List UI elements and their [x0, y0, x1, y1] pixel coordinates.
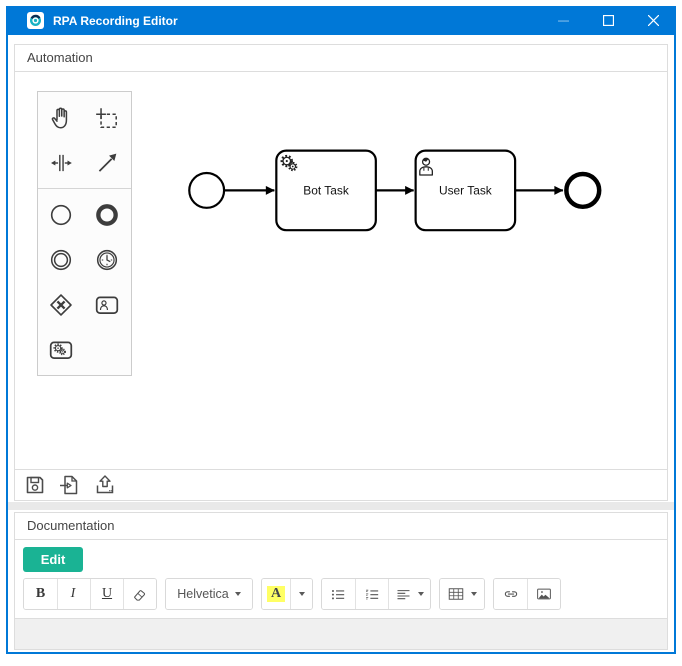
create-gateway[interactable]	[38, 282, 84, 327]
underline-button[interactable]: U	[90, 579, 123, 609]
chevron-down-icon	[298, 592, 305, 596]
chevron-down-icon	[418, 592, 424, 596]
edit-row: Edit	[15, 540, 667, 578]
create-timer-event[interactable]	[84, 237, 130, 282]
user-task-label: User Task	[439, 183, 492, 197]
hand-tool[interactable]	[38, 95, 84, 140]
table-icon	[448, 588, 464, 600]
clear-formatting-button[interactable]	[123, 579, 156, 609]
hand-icon	[51, 106, 68, 129]
intermediate-event-icon	[50, 249, 72, 270]
create-intermediate-event[interactable]	[38, 237, 84, 282]
create-end-event[interactable]	[84, 192, 130, 237]
picture-button[interactable]	[527, 579, 560, 609]
font-style-group: B I U	[23, 578, 157, 610]
titlebar: RPA Recording Editor	[6, 6, 676, 35]
unordered-list-icon	[331, 589, 345, 599]
automation-footer-toolbar	[15, 469, 667, 500]
maximize-icon	[603, 15, 614, 26]
link-button[interactable]	[494, 579, 527, 609]
palette	[37, 91, 132, 376]
chevron-down-icon	[471, 592, 477, 596]
underline-glyph: U	[101, 586, 113, 601]
ordered-list-icon	[365, 589, 378, 599]
client-area: Automation Bot Task User Task Documentat…	[6, 35, 676, 654]
space-tool[interactable]	[38, 140, 84, 185]
user-task-icon	[95, 296, 119, 314]
maximize-button[interactable]	[586, 6, 631, 35]
space-tool-icon	[51, 154, 72, 171]
edit-button[interactable]: Edit	[23, 547, 83, 572]
app-window: RPA Recording Editor Automation Bot Task…	[6, 6, 676, 654]
open-file-icon	[60, 475, 78, 495]
insert-group	[493, 578, 561, 610]
picture-icon	[537, 588, 551, 600]
start-event-node[interactable]	[188, 171, 226, 209]
table-group	[439, 578, 485, 610]
bot-task-node[interactable]: Bot Task	[275, 149, 377, 232]
lasso-tool[interactable]	[84, 95, 130, 140]
font-name-value: Helvetica	[177, 587, 229, 601]
documentation-panel-title: Documentation	[15, 513, 667, 540]
automation-panel-title: Automation	[15, 45, 667, 72]
bpmn-canvas[interactable]: Bot Task User Task	[15, 72, 667, 469]
italic-glyph: I	[70, 586, 76, 601]
create-bot-task[interactable]	[38, 327, 84, 372]
panel-splitter	[8, 502, 674, 510]
gateway-icon	[50, 293, 72, 316]
font-color-group: A	[261, 578, 313, 610]
font-color-button[interactable]: A	[262, 579, 290, 609]
unordered-list-button[interactable]	[322, 579, 355, 609]
timer-event-icon	[96, 249, 118, 270]
link-icon	[504, 591, 517, 597]
font-name-select[interactable]: Helvetica	[166, 579, 252, 609]
app-logo-icon	[27, 12, 44, 29]
font-name-group: Helvetica	[165, 578, 253, 610]
italic-button[interactable]: I	[57, 579, 90, 609]
paragraph-align-button[interactable]	[388, 579, 430, 609]
open-button[interactable]	[57, 472, 83, 498]
export-button[interactable]	[92, 472, 118, 498]
close-icon	[648, 15, 659, 26]
connect-arrow-icon	[98, 153, 117, 172]
window-controls	[541, 6, 676, 35]
end-event-node[interactable]	[564, 171, 602, 210]
minimize-button[interactable]	[541, 6, 586, 35]
start-event-icon	[50, 204, 72, 225]
bot-task-icon	[49, 341, 73, 359]
font-color-dropdown[interactable]	[290, 579, 312, 609]
table-button[interactable]	[440, 579, 484, 609]
documentation-panel: Documentation Edit B I U Helvetica A	[14, 512, 668, 650]
paragraph-group	[321, 578, 431, 610]
close-button[interactable]	[631, 6, 676, 35]
palette-separator	[38, 188, 131, 189]
rich-text-toolbar: B I U Helvetica A	[15, 578, 667, 618]
bold-glyph: B	[35, 586, 46, 601]
bold-button[interactable]: B	[24, 579, 57, 609]
create-user-task[interactable]	[84, 282, 130, 327]
create-start-event[interactable]	[38, 192, 84, 237]
bot-task-label: Bot Task	[303, 183, 349, 197]
global-connect-tool[interactable]	[84, 140, 130, 185]
documentation-editor-area[interactable]	[15, 618, 667, 649]
automation-panel: Automation Bot Task User Task	[14, 44, 668, 501]
save-icon	[26, 476, 44, 494]
save-button[interactable]	[22, 472, 48, 498]
chevron-down-icon	[234, 592, 241, 596]
user-task-node[interactable]: User Task	[414, 149, 517, 232]
paragraph-align-icon	[397, 589, 410, 599]
ordered-list-button[interactable]	[355, 579, 388, 609]
export-icon	[96, 475, 114, 494]
eraser-icon	[134, 590, 146, 601]
minimize-icon	[558, 20, 569, 22]
window-title: RPA Recording Editor	[53, 13, 178, 28]
font-color-glyph: A	[266, 586, 286, 602]
end-event-icon	[96, 203, 118, 226]
lasso-icon	[96, 107, 117, 128]
